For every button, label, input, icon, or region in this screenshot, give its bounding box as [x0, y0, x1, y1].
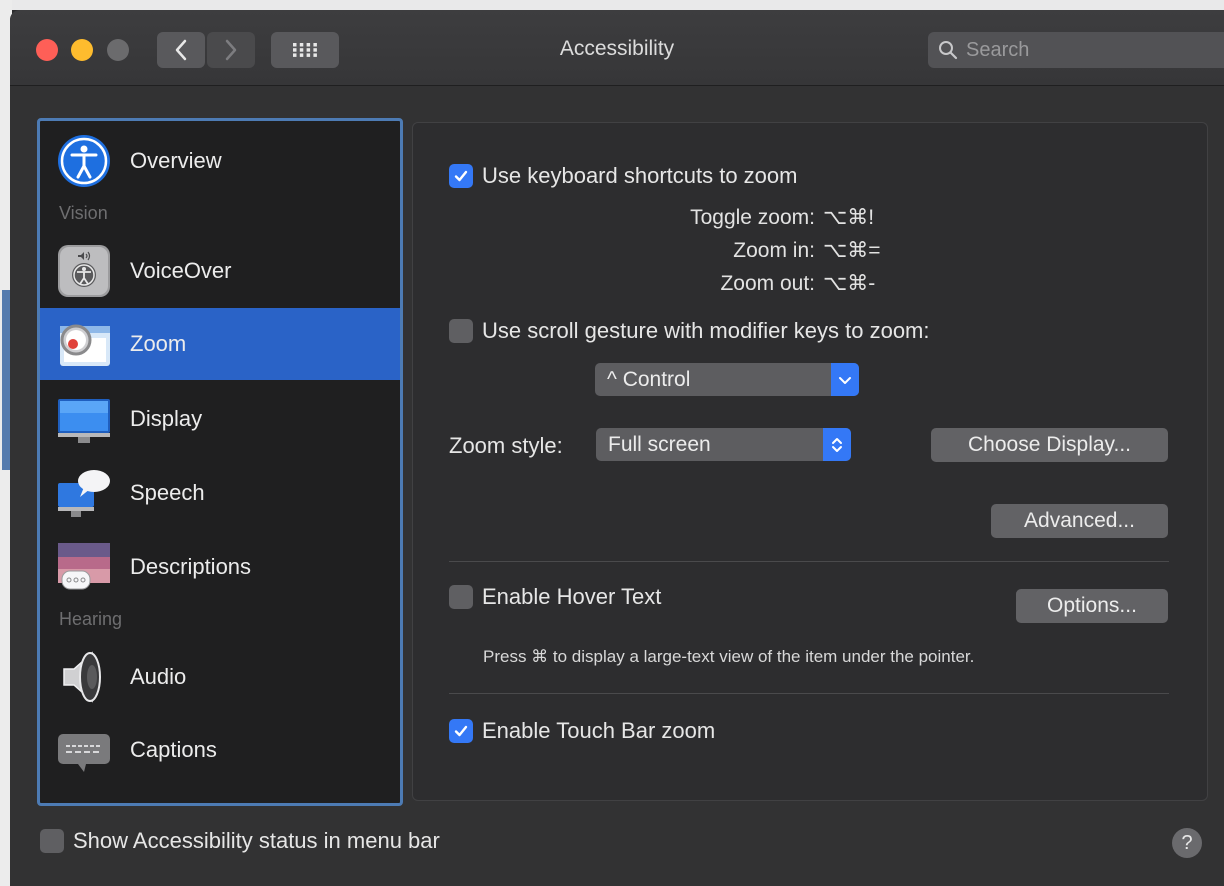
hover-text-label: Enable Hover Text [482, 584, 662, 609]
speaker-icon [63, 651, 101, 703]
accessibility-icon [58, 135, 110, 187]
hover-text-row[interactable]: Enable Hover Text [449, 584, 661, 610]
titlebar: Accessibility [10, 10, 1224, 86]
shortcut-keys: ⌥⌘! [823, 206, 875, 229]
hover-text-checkbox[interactable] [449, 585, 473, 609]
descriptions-icon [58, 543, 110, 590]
shortcut-label: Zoom out: [720, 272, 815, 295]
sidebar-item-descriptions[interactable]: Descriptions [40, 531, 400, 603]
sidebar-item-overview[interactable]: Overview [40, 125, 400, 197]
checkmark-icon [454, 170, 468, 182]
sidebar-item-display[interactable]: Display [40, 383, 400, 455]
shortcut-keys: ⌥⌘= [823, 239, 881, 262]
help-button[interactable]: ? [1172, 828, 1202, 858]
shortcut-zoom-out: Zoom out: ⌥⌘- [720, 271, 893, 296]
chevron-down-icon [831, 363, 859, 396]
checkmark-icon [454, 725, 468, 737]
sidebar-item-captions[interactable]: Captions [40, 714, 400, 786]
zoom-settings-panel: Use keyboard shortcuts to zoom Toggle zo… [412, 122, 1208, 801]
status-menu-label: Show Accessibility status in menu bar [73, 828, 440, 853]
modifier-key-select[interactable]: ^ Control [595, 363, 859, 396]
category-sidebar: Overview Vision VoiceOver Zoom Display S… [37, 118, 403, 806]
status-menu-row[interactable]: Show Accessibility status in menu bar [40, 828, 440, 854]
modifier-key-value: ^ Control [607, 367, 691, 391]
speech-icon [58, 470, 110, 517]
sidebar-item-label: Audio [130, 664, 187, 689]
touch-bar-zoom-checkbox[interactable] [449, 719, 473, 743]
section-divider [449, 561, 1169, 562]
voiceover-icon [58, 245, 110, 297]
shortcut-label: Toggle zoom: [690, 206, 815, 229]
sidebar-item-label: Captions [130, 737, 217, 762]
scroll-gesture-label: Use scroll gesture with modifier keys to… [482, 318, 930, 343]
scroll-gesture-row[interactable]: Use scroll gesture with modifier keys to… [449, 318, 930, 344]
search-input[interactable] [964, 37, 1204, 63]
sidebar-item-label: Overview [130, 148, 222, 173]
sidebar-item-audio[interactable]: Audio [40, 641, 400, 713]
search-field[interactable] [928, 32, 1224, 68]
zoom-icon [60, 324, 110, 366]
up-down-chevron-icon [823, 428, 851, 461]
hover-text-hint: Press ⌘ to display a large-text view of … [483, 647, 975, 666]
keyboard-shortcuts-row[interactable]: Use keyboard shortcuts to zoom [449, 163, 797, 189]
sidebar-item-label: VoiceOver [130, 258, 232, 283]
sidebar-item-speech[interactable]: Speech [40, 457, 400, 529]
shortcut-list: Toggle zoom: ⌥⌘! Zoom in: ⌥⌘= Zoom out: ⌥⌘- [593, 205, 893, 305]
sidebar-heading-vision: Vision [59, 203, 108, 223]
zoom-style-value: Full screen [608, 432, 711, 456]
sidebar-item-label: Display [130, 406, 203, 431]
sidebar-item-voiceover[interactable]: VoiceOver [40, 235, 400, 307]
status-menu-checkbox[interactable] [40, 829, 64, 853]
zoom-style-label: Zoom style: [449, 433, 563, 458]
sidebar-item-zoom[interactable]: Zoom [40, 308, 400, 380]
captions-icon [58, 734, 110, 772]
scroll-gesture-checkbox[interactable] [449, 319, 473, 343]
shortcut-keys: ⌥⌘- [823, 272, 876, 295]
preferences-window: Accessibility Overview Vision [10, 10, 1224, 886]
sidebar-heading-hearing: Hearing [59, 609, 123, 629]
hover-text-options-button[interactable]: Options... [1016, 589, 1168, 623]
zoom-style-select[interactable]: Full screen [596, 428, 851, 461]
display-icon [58, 399, 110, 443]
search-icon [939, 41, 958, 60]
keyboard-shortcuts-checkbox[interactable] [449, 164, 473, 188]
sidebar-item-label: Zoom [130, 331, 187, 356]
sidebar-item-label: Descriptions [130, 554, 252, 579]
sidebar-item-label: Speech [130, 480, 205, 505]
shortcut-zoom-in: Zoom in: ⌥⌘= [733, 238, 893, 263]
background-selection-bar [2, 290, 10, 470]
section-divider [449, 693, 1169, 694]
shortcut-toggle-zoom: Toggle zoom: ⌥⌘! [690, 205, 893, 230]
keyboard-shortcuts-label: Use keyboard shortcuts to zoom [482, 163, 798, 188]
advanced-button[interactable]: Advanced... [991, 504, 1168, 538]
touch-bar-zoom-label: Enable Touch Bar zoom [482, 718, 716, 743]
background-window-strip [0, 0, 1224, 10]
choose-display-button[interactable]: Choose Display... [931, 428, 1168, 462]
touch-bar-zoom-row[interactable]: Enable Touch Bar zoom [449, 718, 715, 744]
shortcut-label: Zoom in: [733, 239, 815, 262]
